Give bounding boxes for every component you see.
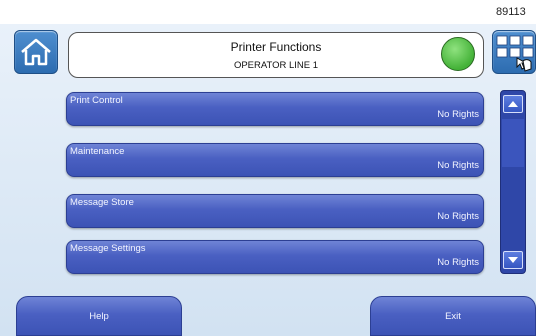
status-indicator [441, 37, 475, 71]
list-item-maintenance[interactable]: Maintenance No Rights [66, 143, 484, 177]
list-item-value: No Rights [437, 109, 479, 120]
screen-id: 89113 [496, 6, 526, 18]
scroll-down-button[interactable] [503, 251, 523, 269]
list-item-value: No Rights [437, 211, 479, 222]
list-item-label: Print Control [70, 95, 123, 106]
list-item-message-settings[interactable]: Message Settings No Rights [66, 240, 484, 274]
list-item-label: Message Settings [70, 243, 146, 254]
list-item-message-store[interactable]: Message Store No Rights [66, 194, 484, 228]
arrow-down-icon [508, 257, 518, 263]
list-item-value: No Rights [437, 160, 479, 171]
exit-button[interactable]: Exit [370, 296, 536, 336]
scroll-up-button[interactable] [503, 95, 523, 113]
title-box: Printer Functions OPERATOR LINE 1 [68, 32, 484, 78]
home-button[interactable] [14, 30, 58, 74]
arrow-up-icon [508, 101, 518, 107]
help-button[interactable]: Help [16, 296, 182, 336]
grid-menu-icon [496, 35, 534, 72]
list-item-label: Message Store [70, 197, 134, 208]
page-title: Printer Functions [230, 40, 322, 54]
scrollbar[interactable] [500, 90, 526, 274]
list-item-print-control[interactable]: Print Control No Rights [66, 92, 484, 126]
list-item-label: Maintenance [70, 146, 125, 157]
page-subtitle: OPERATOR LINE 1 [233, 60, 319, 71]
menu-button[interactable] [492, 30, 536, 74]
scroll-thumb[interactable] [502, 119, 524, 167]
list-item-value: No Rights [437, 257, 479, 268]
home-icon [21, 38, 51, 66]
